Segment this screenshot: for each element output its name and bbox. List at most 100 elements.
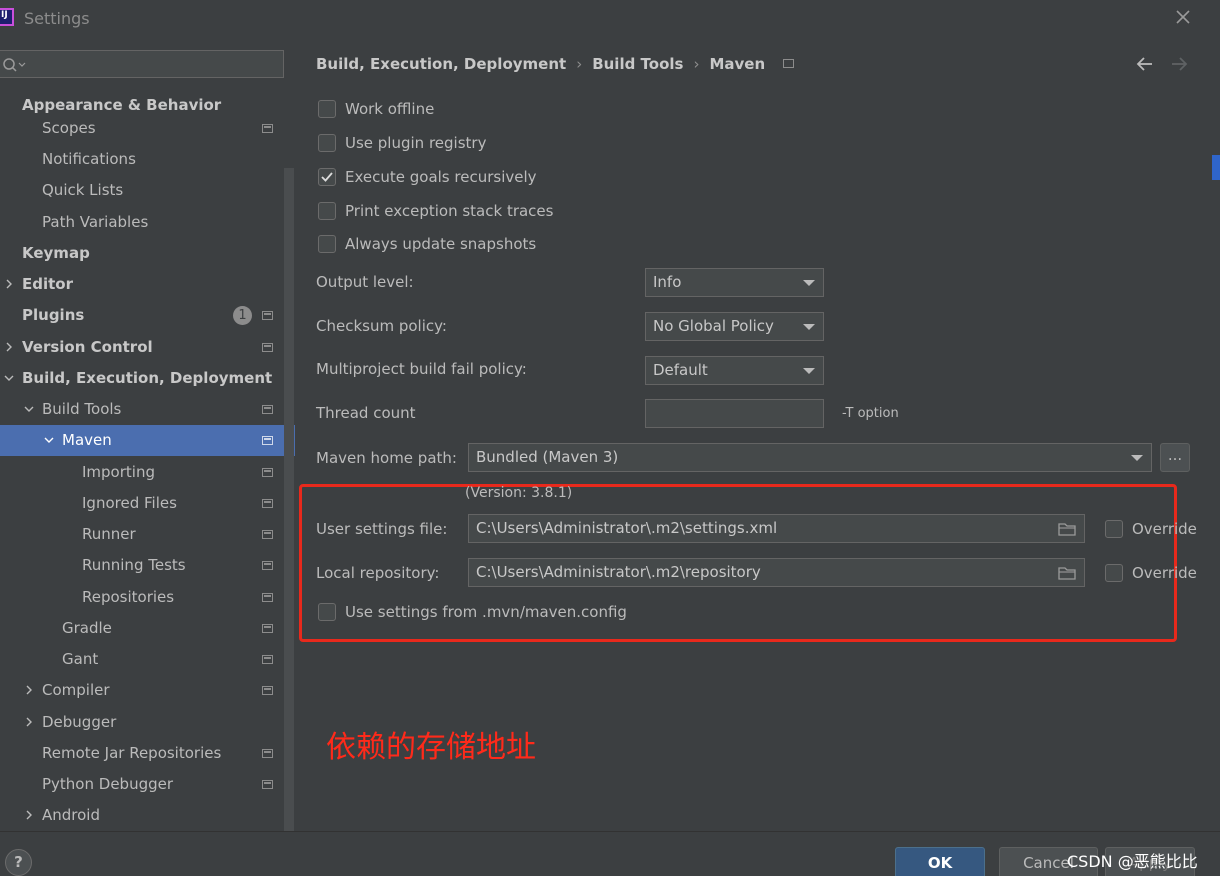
dropdown-arrow-icon: [803, 280, 815, 286]
tree-item-android[interactable]: Android: [0, 800, 295, 831]
tree-item-build-tools[interactable]: Build Tools: [0, 394, 295, 425]
tree-item-editor[interactable]: Editor: [0, 269, 295, 300]
user-settings-file-input[interactable]: C:\Users\Administrator\.m2\settings.xml: [468, 514, 1085, 543]
maven-home-label: Maven home path:: [316, 449, 457, 467]
folder-icon[interactable]: [1058, 566, 1076, 580]
checkbox-box[interactable]: [1105, 564, 1123, 582]
tree-item-running-tests[interactable]: Running Tests: [0, 550, 295, 581]
project-level-icon: [262, 655, 273, 664]
tree-item-maven[interactable]: Maven: [0, 425, 295, 456]
tree-item-quick-lists[interactable]: Quick Lists: [0, 175, 295, 206]
project-level-icon: [262, 436, 273, 445]
thread-count-input[interactable]: [645, 399, 824, 428]
checkbox-box[interactable]: [318, 235, 336, 253]
back-arrow-icon[interactable]: [1135, 54, 1155, 74]
project-level-icon: [262, 593, 273, 602]
maven-home-path-select[interactable]: Bundled (Maven 3): [468, 443, 1152, 472]
checksum-policy-select[interactable]: No Global Policy: [645, 312, 824, 341]
settings-sidebar: Appearance & Behavior Scopes Notificatio…: [0, 38, 295, 833]
chevron-right-icon[interactable]: [24, 810, 34, 820]
chevron-right-icon[interactable]: [24, 685, 34, 695]
help-button[interactable]: ?: [5, 849, 32, 876]
background-window-edge: [1212, 155, 1220, 180]
project-level-icon: [783, 59, 795, 68]
tree-item-gant[interactable]: Gant: [0, 644, 295, 675]
project-level-icon: [262, 468, 273, 477]
local-repository-input[interactable]: C:\Users\Administrator\.m2\repository: [468, 558, 1085, 587]
checkbox-box[interactable]: [318, 100, 336, 118]
project-level-icon: [262, 780, 273, 789]
checkbox-box[interactable]: [318, 202, 336, 220]
tree-item-runner[interactable]: Runner: [0, 519, 295, 550]
ok-button[interactable]: OK: [895, 847, 985, 876]
dialog-button-bar: ? OK Cancel Apply CSDN @恶熊比比: [0, 831, 1220, 876]
tree-item-debugger[interactable]: Debugger: [0, 707, 295, 738]
window-title: Settings: [24, 9, 90, 28]
chevron-down-icon[interactable]: [4, 373, 14, 383]
multiproject-policy-select[interactable]: Default: [645, 356, 824, 385]
project-level-icon: [262, 343, 273, 352]
output-level-select[interactable]: Info: [645, 268, 824, 297]
intellij-logo-icon: IJ: [0, 8, 14, 26]
breadcrumb-item[interactable]: Build, Execution, Deployment: [316, 55, 566, 73]
checkbox-box[interactable]: [318, 134, 336, 152]
dropdown-arrow-icon: [803, 324, 815, 330]
dropdown-arrow-icon: [1131, 455, 1143, 461]
thread-count-label: Thread count: [316, 404, 416, 422]
annotation-text: 依赖的存储地址: [326, 730, 536, 765]
search-icon: [3, 58, 26, 72]
local-repository-label: Local repository:: [316, 564, 440, 582]
checkbox-box[interactable]: [1105, 520, 1123, 538]
maven-version-text: (Version: 3.8.1): [465, 485, 573, 501]
thread-count-hint: -T option: [842, 406, 899, 421]
close-button[interactable]: [1172, 6, 1194, 28]
tree-item-ignored-files[interactable]: Ignored Files: [0, 488, 295, 519]
checkbox-box[interactable]: [318, 603, 336, 621]
tree-item-path-variables[interactable]: Path Variables: [0, 207, 295, 238]
title-bar: IJ Settings: [0, 0, 1220, 38]
breadcrumb: Build, Execution, Deployment › Build Tools…: [316, 55, 795, 73]
tree-item-gradle[interactable]: Gradle: [0, 613, 295, 644]
project-level-icon: [262, 499, 273, 508]
project-level-icon: [262, 624, 273, 633]
maven-home-browse-button[interactable]: ...: [1160, 443, 1190, 472]
chevron-right-icon[interactable]: [24, 717, 34, 727]
project-level-icon: [262, 686, 273, 695]
tree-item-remote-jar-repositories[interactable]: Remote Jar Repositories: [0, 738, 295, 769]
chevron-right-icon[interactable]: [4, 279, 14, 289]
chevron-down-icon[interactable]: [24, 404, 34, 414]
checkmark-icon: [321, 172, 333, 182]
breadcrumb-item: Maven: [709, 55, 766, 73]
maven-settings-panel: Build, Execution, Deployment › Build Tools…: [295, 38, 1220, 831]
project-level-icon: [262, 530, 273, 539]
tree-item-keymap[interactable]: Keymap: [0, 238, 295, 269]
project-level-icon: [262, 561, 273, 570]
project-level-icon: [262, 124, 273, 133]
tree-item-python-debugger[interactable]: Python Debugger: [0, 769, 295, 800]
chevron-right-icon[interactable]: [4, 342, 14, 352]
sidebar-scrollbar[interactable]: [284, 168, 294, 833]
chevron-down-icon[interactable]: [44, 435, 54, 445]
tree-item-importing[interactable]: Importing: [0, 457, 295, 488]
tree-item-compiler[interactable]: Compiler: [0, 675, 295, 706]
project-level-icon: [262, 311, 273, 320]
csdn-watermark: CSDN @恶熊比比: [1067, 852, 1198, 871]
forward-arrow-icon[interactable]: [1169, 54, 1189, 74]
tree-item-scopes[interactable]: Scopes: [0, 113, 295, 144]
dropdown-arrow-icon: [803, 368, 815, 374]
output-level-label: Output level:: [316, 273, 414, 291]
settings-search-input[interactable]: [0, 50, 284, 78]
tree-item-build-execution-deployment[interactable]: Build, Execution, Deployment: [0, 363, 295, 394]
plugins-update-badge: 1: [233, 306, 252, 325]
tree-item-repositories[interactable]: Repositories: [0, 582, 295, 613]
breadcrumb-item[interactable]: Build Tools: [592, 55, 683, 73]
project-level-icon: [262, 749, 273, 758]
tree-item-version-control[interactable]: Version Control: [0, 332, 295, 363]
checksum-policy-label: Checksum policy:: [316, 317, 447, 335]
checkbox-box[interactable]: [318, 168, 336, 186]
folder-icon[interactable]: [1058, 522, 1076, 536]
user-settings-label: User settings file:: [316, 520, 448, 538]
tree-item-plugins[interactable]: Plugins 1: [0, 300, 295, 331]
project-level-icon: [262, 405, 273, 414]
tree-item-notifications[interactable]: Notifications: [0, 144, 295, 175]
